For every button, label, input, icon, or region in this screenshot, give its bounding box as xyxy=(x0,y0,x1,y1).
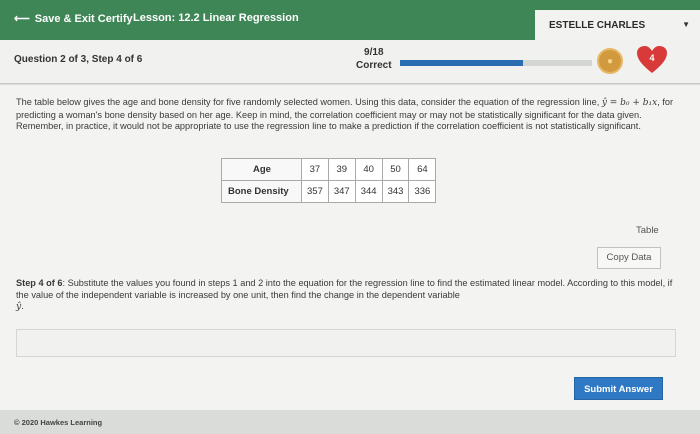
progress-fill xyxy=(400,60,523,66)
problem-text: The table below gives the age and bone d… xyxy=(16,97,676,133)
score-display: 9/18 Correct xyxy=(356,46,392,72)
problem-intro: The table below gives the age and bone d… xyxy=(16,97,602,107)
save-exit-label: Save & Exit Certify xyxy=(34,12,133,25)
table-cell: 336 xyxy=(408,180,437,203)
data-table: Age 37 39 40 50 64 Bone Density 357 347 … xyxy=(221,158,437,203)
progress-bar xyxy=(400,60,592,66)
footer: © 2020 Hawkes Learning xyxy=(0,410,700,434)
table-row: Bone Density 357 347 344 343 336 xyxy=(221,180,437,203)
lesson-title: Lesson: 12.2 Linear Regression xyxy=(133,12,299,24)
regression-equation: ŷ = b₀ + b₁x xyxy=(601,98,658,108)
user-menu[interactable]: ESTELLE CHARLES ▼ xyxy=(535,10,700,40)
top-bar: ⟵ Save & Exit Certify Lesson: 12.2 Linea… xyxy=(0,0,700,40)
question-content: The table below gives the age and bone d… xyxy=(0,85,700,410)
step-label: Step 4 of 6 xyxy=(16,278,63,288)
chevron-down-icon: ▼ xyxy=(682,20,690,29)
score-value: 9/18 xyxy=(364,47,384,58)
table-row: Age 37 39 40 50 64 xyxy=(221,158,437,181)
step-text: : Substitute the values you found in ste… xyxy=(16,278,673,300)
step-instructions: Step 4 of 6: Substitute the values you f… xyxy=(16,278,676,313)
answer-input[interactable] xyxy=(16,329,676,357)
submit-answer-button[interactable]: Submit Answer xyxy=(574,377,663,400)
lives-count: 4 xyxy=(649,53,655,63)
lives-badge: 4 xyxy=(636,45,668,75)
table-cell: 40 xyxy=(354,158,383,181)
table-cell: 37 xyxy=(301,158,329,181)
save-exit-button[interactable]: ⟵ Save & Exit Certify xyxy=(14,12,133,26)
question-label: Question 2 of 3, Step 4 of 6 xyxy=(14,54,143,65)
table-cell: 39 xyxy=(327,158,356,181)
copyright-text: © 2020 Hawkes Learning xyxy=(14,418,103,427)
step-end: . xyxy=(21,301,24,311)
table-cell: 343 xyxy=(381,180,410,203)
table-cell: 64 xyxy=(408,158,437,181)
table-link[interactable]: Table xyxy=(636,225,659,236)
copy-data-button[interactable]: Copy Data xyxy=(597,247,661,269)
table-cell: 50 xyxy=(381,158,410,181)
row-header-bone-density: Bone Density xyxy=(221,180,302,203)
table-cell: 347 xyxy=(327,180,356,203)
score-status: Correct xyxy=(356,60,392,71)
row-header-age: Age xyxy=(221,158,302,181)
question-bar: Question 2 of 3, Step 4 of 6 9/18 Correc… xyxy=(0,40,700,84)
table-cell: 357 xyxy=(301,180,329,203)
user-name: ESTELLE CHARLES xyxy=(549,20,646,31)
table-cell: 344 xyxy=(354,180,383,203)
arrow-left-icon: ⟵ xyxy=(14,13,30,25)
coin-icon[interactable]: ● xyxy=(597,48,623,74)
